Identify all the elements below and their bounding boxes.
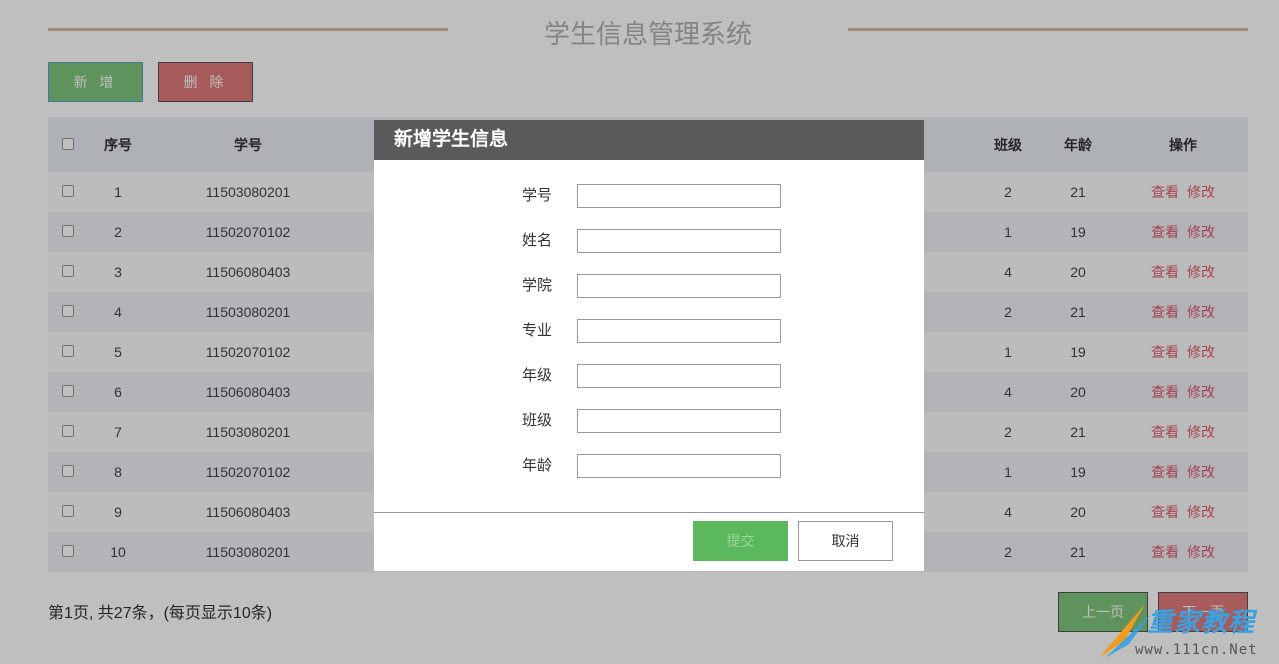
cancel-button[interactable]: 取消 — [798, 521, 893, 561]
modal-title: 新增学生信息 — [374, 120, 924, 160]
form-input[interactable] — [577, 184, 781, 208]
form-row: 专业 — [374, 319, 924, 343]
form-label: 专业 — [521, 322, 552, 339]
form-input[interactable] — [577, 454, 781, 478]
form-label: 姓名 — [521, 232, 552, 249]
form-row: 学号 — [374, 184, 924, 208]
form-row: 学院 — [374, 274, 924, 298]
form-row: 年龄 — [374, 454, 924, 478]
watermark: 重家教程 www.111cn.Net — [1095, 600, 1275, 662]
form-input[interactable] — [577, 319, 781, 343]
form-label: 学院 — [521, 277, 552, 294]
form-label: 年龄 — [521, 457, 552, 474]
modal-divider — [374, 512, 924, 513]
submit-button[interactable]: 提交 — [693, 521, 788, 561]
watermark-brand: 重家教程 — [1147, 607, 1256, 637]
form-label: 年级 — [521, 367, 552, 384]
form-label: 班级 — [521, 412, 552, 429]
form-input[interactable] — [577, 229, 781, 253]
form-input[interactable] — [577, 274, 781, 298]
watermark-url: www.111cn.Net — [1135, 642, 1258, 658]
form-row: 姓名 — [374, 229, 924, 253]
form-row: 年级 — [374, 364, 924, 388]
form-input[interactable] — [577, 364, 781, 388]
form-row: 班级 — [374, 409, 924, 433]
form-input[interactable] — [577, 409, 781, 433]
add-student-modal: 新增学生信息 学号姓名学院专业年级班级年龄 提交 取消 — [374, 120, 924, 571]
form-label: 学号 — [521, 187, 552, 204]
